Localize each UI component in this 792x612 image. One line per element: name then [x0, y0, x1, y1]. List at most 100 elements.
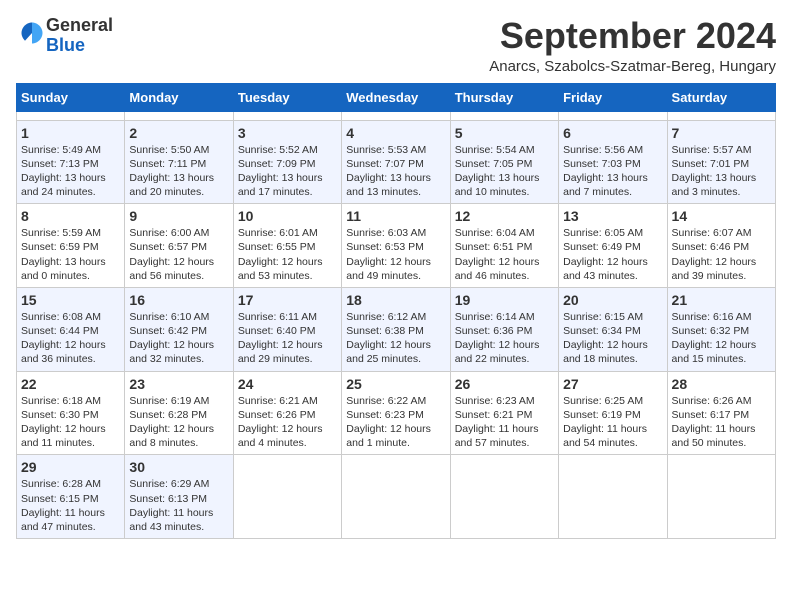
day-info: Sunrise: 6:00 AMSunset: 6:57 PMDaylight:… [129, 226, 228, 283]
calendar-day-cell: 17 Sunrise: 6:11 AMSunset: 6:40 PMDayligh… [233, 287, 341, 371]
calendar-day-cell: 12 Sunrise: 6:04 AMSunset: 6:51 PMDayligh… [450, 204, 558, 288]
day-info: Sunrise: 6:12 AMSunset: 6:38 PMDaylight:… [346, 310, 445, 367]
day-info: Sunrise: 6:11 AMSunset: 6:40 PMDaylight:… [238, 310, 337, 367]
day-number: 25 [346, 376, 445, 392]
calendar-day-cell [450, 111, 558, 120]
day-info: Sunrise: 6:10 AMSunset: 6:42 PMDaylight:… [129, 310, 228, 367]
day-info: Sunrise: 6:01 AMSunset: 6:55 PMDaylight:… [238, 226, 337, 283]
calendar-day-cell: 27 Sunrise: 6:25 AMSunset: 6:19 PMDayligh… [559, 371, 667, 455]
logo-blue-text: Blue [46, 35, 85, 55]
calendar-week-row: 15 Sunrise: 6:08 AMSunset: 6:44 PMDayligh… [17, 287, 776, 371]
calendar-week-row [17, 111, 776, 120]
calendar-day-cell: 4 Sunrise: 5:53 AMSunset: 7:07 PMDaylight… [342, 120, 450, 204]
day-info: Sunrise: 6:23 AMSunset: 6:21 PMDaylight:… [455, 394, 554, 451]
day-number: 3 [238, 125, 337, 141]
day-info: Sunrise: 5:50 AMSunset: 7:11 PMDaylight:… [129, 143, 228, 200]
day-info: Sunrise: 5:49 AMSunset: 7:13 PMDaylight:… [21, 143, 120, 200]
day-number: 11 [346, 208, 445, 224]
calendar-day-cell: 29 Sunrise: 6:28 AMSunset: 6:15 PMDayligh… [17, 455, 125, 539]
day-info: Sunrise: 6:15 AMSunset: 6:34 PMDaylight:… [563, 310, 662, 367]
day-number: 2 [129, 125, 228, 141]
day-number: 7 [672, 125, 771, 141]
calendar-day-cell [342, 111, 450, 120]
calendar-header: Sunday Monday Tuesday Wednesday Thursday… [17, 83, 776, 111]
day-number: 18 [346, 292, 445, 308]
calendar-day-cell [559, 455, 667, 539]
calendar-day-cell: 30Sunrise: 6:29 AMSunset: 6:13 PMDayligh… [125, 455, 233, 539]
calendar-day-cell: 2 Sunrise: 5:50 AMSunset: 7:11 PMDaylight… [125, 120, 233, 204]
calendar-day-cell: 25 Sunrise: 6:22 AMSunset: 6:23 PMDayligh… [342, 371, 450, 455]
calendar-week-row: 8Sunrise: 5:59 AMSunset: 6:59 PMDaylight… [17, 204, 776, 288]
day-info: Sunrise: 6:18 AMSunset: 6:30 PMDaylight:… [21, 394, 120, 451]
header: General Blue September 2024 Anarcs, Szab… [16, 16, 776, 75]
day-number: 6 [563, 125, 662, 141]
calendar-week-row: 29 Sunrise: 6:28 AMSunset: 6:15 PMDayligh… [17, 455, 776, 539]
logo-icon [18, 19, 46, 47]
day-number: 12 [455, 208, 554, 224]
calendar-day-cell: 15 Sunrise: 6:08 AMSunset: 6:44 PMDayligh… [17, 287, 125, 371]
day-info: Sunrise: 5:54 AMSunset: 7:05 PMDaylight:… [455, 143, 554, 200]
day-info: Sunrise: 6:29 AMSunset: 6:13 PMDaylight:… [129, 477, 228, 534]
calendar-day-cell: 24Sunrise: 6:21 AMSunset: 6:26 PMDayligh… [233, 371, 341, 455]
logo-general-text: General [46, 15, 113, 35]
calendar-day-cell: 20 Sunrise: 6:15 AMSunset: 6:34 PMDayligh… [559, 287, 667, 371]
day-info: Sunrise: 5:53 AMSunset: 7:07 PMDaylight:… [346, 143, 445, 200]
day-number: 27 [563, 376, 662, 392]
day-info: Sunrise: 6:28 AMSunset: 6:15 PMDaylight:… [21, 477, 120, 534]
calendar-day-cell [667, 455, 775, 539]
day-number: 29 [21, 459, 120, 475]
col-saturday: Saturday [667, 83, 775, 111]
calendar-day-cell: 1 Sunrise: 5:49 AMSunset: 7:13 PMDaylight… [17, 120, 125, 204]
day-number: 9 [129, 208, 228, 224]
day-info: Sunrise: 6:03 AMSunset: 6:53 PMDaylight:… [346, 226, 445, 283]
day-number: 5 [455, 125, 554, 141]
calendar-day-cell: 28Sunrise: 6:26 AMSunset: 6:17 PMDayligh… [667, 371, 775, 455]
month-title: September 2024 [489, 16, 776, 56]
calendar-day-cell: 18 Sunrise: 6:12 AMSunset: 6:38 PMDayligh… [342, 287, 450, 371]
calendar-day-cell: 22Sunrise: 6:18 AMSunset: 6:30 PMDayligh… [17, 371, 125, 455]
calendar-day-cell [342, 455, 450, 539]
col-tuesday: Tuesday [233, 83, 341, 111]
title-block: September 2024 Anarcs, Szabolcs-Szatmar-… [489, 16, 776, 75]
day-number: 4 [346, 125, 445, 141]
calendar-day-cell [233, 111, 341, 120]
day-number: 14 [672, 208, 771, 224]
day-number: 10 [238, 208, 337, 224]
day-info: Sunrise: 6:08 AMSunset: 6:44 PMDaylight:… [21, 310, 120, 367]
day-number: 1 [21, 125, 120, 141]
calendar-day-cell: 16 Sunrise: 6:10 AMSunset: 6:42 PMDayligh… [125, 287, 233, 371]
calendar-day-cell [17, 111, 125, 120]
col-thursday: Thursday [450, 83, 558, 111]
calendar-week-row: 22Sunrise: 6:18 AMSunset: 6:30 PMDayligh… [17, 371, 776, 455]
day-info: Sunrise: 6:14 AMSunset: 6:36 PMDaylight:… [455, 310, 554, 367]
day-number: 24 [238, 376, 337, 392]
day-number: 16 [129, 292, 228, 308]
calendar-day-cell: 11 Sunrise: 6:03 AMSunset: 6:53 PMDayligh… [342, 204, 450, 288]
day-info: Sunrise: 5:52 AMSunset: 7:09 PMDaylight:… [238, 143, 337, 200]
day-info: Sunrise: 6:16 AMSunset: 6:32 PMDaylight:… [672, 310, 771, 367]
day-number: 28 [672, 376, 771, 392]
day-info: Sunrise: 6:22 AMSunset: 6:23 PMDaylight:… [346, 394, 445, 451]
calendar-day-cell: 3 Sunrise: 5:52 AMSunset: 7:09 PMDaylight… [233, 120, 341, 204]
calendar-day-cell [667, 111, 775, 120]
col-friday: Friday [559, 83, 667, 111]
day-info: Sunrise: 6:05 AMSunset: 6:49 PMDaylight:… [563, 226, 662, 283]
day-info: Sunrise: 6:04 AMSunset: 6:51 PMDaylight:… [455, 226, 554, 283]
calendar-day-cell: 19Sunrise: 6:14 AMSunset: 6:36 PMDayligh… [450, 287, 558, 371]
day-info: Sunrise: 6:07 AMSunset: 6:46 PMDaylight:… [672, 226, 771, 283]
logo: General Blue [16, 16, 113, 56]
calendar-table: Sunday Monday Tuesday Wednesday Thursday… [16, 83, 776, 539]
calendar-day-cell: 5 Sunrise: 5:54 AMSunset: 7:05 PMDaylight… [450, 120, 558, 204]
calendar-day-cell [125, 111, 233, 120]
day-info: Sunrise: 6:25 AMSunset: 6:19 PMDaylight:… [563, 394, 662, 451]
day-info: Sunrise: 6:19 AMSunset: 6:28 PMDaylight:… [129, 394, 228, 451]
calendar-day-cell: 14 Sunrise: 6:07 AMSunset: 6:46 PMDayligh… [667, 204, 775, 288]
calendar-day-cell: 8Sunrise: 5:59 AMSunset: 6:59 PMDaylight… [17, 204, 125, 288]
calendar-day-cell: 7Sunrise: 5:57 AMSunset: 7:01 PMDaylight… [667, 120, 775, 204]
calendar-day-cell [450, 455, 558, 539]
day-number: 20 [563, 292, 662, 308]
day-number: 15 [21, 292, 120, 308]
col-monday: Monday [125, 83, 233, 111]
day-number: 17 [238, 292, 337, 308]
day-number: 13 [563, 208, 662, 224]
